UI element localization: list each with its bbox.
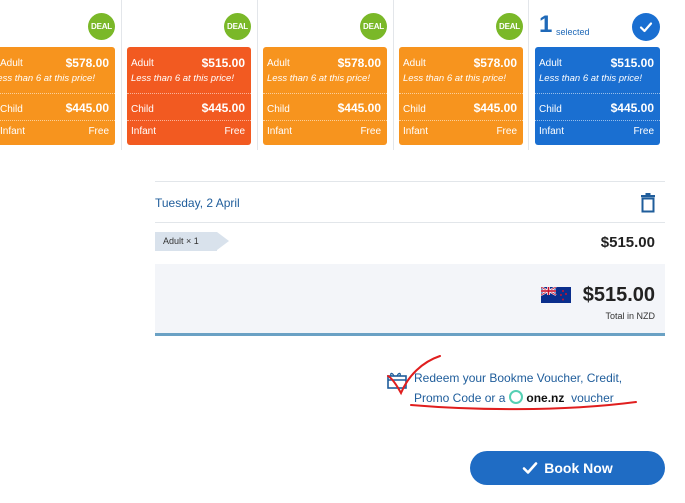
card-divider	[399, 120, 523, 122]
voucher-link-line2[interactable]: Promo Code or a one.nz voucher	[414, 390, 614, 405]
adult-price: $515.00	[610, 56, 654, 70]
one-nz-brand[interactable]: one.nz	[526, 391, 564, 405]
deal-badge: DEAL	[224, 13, 251, 40]
fare-card-4[interactable]: Adult $578.00 Less than 6 at this price!…	[399, 47, 523, 145]
child-price: $445.00	[337, 101, 381, 115]
infant-price: Free	[88, 126, 109, 137]
child-price: $445.00	[201, 101, 245, 115]
trash-icon[interactable]	[640, 193, 656, 218]
column-divider	[257, 0, 258, 150]
infant-label: Infant	[267, 126, 293, 137]
child-label: Child	[131, 104, 154, 115]
deal-badge: DEAL	[360, 13, 387, 40]
card-divider	[263, 120, 387, 122]
adult-price: $578.00	[337, 56, 381, 70]
fare-card-2[interactable]: Adult $515.00 Less than 6 at this price!…	[127, 47, 251, 145]
card-divider	[535, 120, 660, 122]
card-divider	[263, 93, 387, 95]
adult-price: $515.00	[201, 56, 245, 70]
deal-badge: DEAL	[88, 13, 115, 40]
card-divider	[0, 120, 115, 122]
infant-price: Free	[360, 126, 381, 137]
adult-label: Adult	[539, 58, 562, 69]
child-label: Child	[403, 104, 426, 115]
column-divider	[528, 0, 529, 150]
column-divider	[121, 0, 122, 150]
fare-card-1[interactable]: Adult $578.00 Less than 6 at this price!…	[0, 47, 115, 145]
fare-card-3[interactable]: Adult $578.00 Less than 6 at this price!…	[263, 47, 387, 145]
infant-price: Free	[224, 126, 245, 137]
card-divider	[0, 93, 115, 95]
deal-badge: DEAL	[496, 13, 523, 40]
book-now-button[interactable]: Book Now	[470, 451, 665, 485]
column-divider	[393, 0, 394, 150]
one-nz-logo-icon	[509, 390, 524, 404]
check-icon	[522, 462, 538, 474]
adult-label: Adult	[0, 58, 23, 69]
line-item-price: $515.00	[600, 234, 655, 251]
child-price: $445.00	[473, 101, 517, 115]
availability-note: Less than 6 at this price!	[403, 73, 506, 84]
selected-count: 1	[539, 11, 553, 38]
trip-date: Tuesday, 2 April	[155, 196, 240, 210]
adult-label: Adult	[267, 58, 290, 69]
availability-note: Less than 6 at this price!	[267, 73, 370, 84]
card-divider	[127, 120, 251, 122]
selected-label: selected	[556, 27, 590, 37]
total-price: $515.00	[582, 284, 655, 306]
infant-price: Free	[496, 126, 517, 137]
total-currency-label: Total in NZD	[605, 311, 655, 321]
card-divider	[535, 93, 660, 95]
infant-label: Infant	[539, 126, 565, 137]
infant-label: Infant	[403, 126, 429, 137]
infant-label: Infant	[0, 126, 26, 137]
nz-flag-icon	[540, 286, 571, 308]
voucher-link-suffix[interactable]: voucher	[571, 391, 614, 405]
adult-price: $578.00	[473, 56, 517, 70]
child-price: $445.00	[610, 101, 654, 115]
adult-label: Adult	[403, 58, 426, 69]
summary-top-divider	[155, 181, 665, 182]
voucher-link-line1[interactable]: Redeem your Bookme Voucher, Credit,	[414, 371, 622, 385]
card-divider	[127, 93, 251, 95]
voucher-link-prefix[interactable]: Promo Code or a	[414, 391, 505, 405]
child-label: Child	[267, 104, 290, 115]
selected-check-icon	[632, 13, 660, 41]
card-divider	[399, 93, 523, 95]
fare-card-5-selected[interactable]: Adult $515.00 Less than 6 at this price!…	[535, 47, 660, 145]
adult-price: $578.00	[65, 56, 109, 70]
adult-label: Adult	[131, 58, 154, 69]
child-label: Child	[539, 104, 562, 115]
availability-note: Less than 6 at this price!	[539, 73, 642, 84]
availability-note: Less than 6 at this price!	[131, 73, 234, 84]
child-price: $445.00	[65, 101, 109, 115]
book-now-label: Book Now	[544, 460, 613, 476]
availability-note: Less than 6 at this price!	[0, 73, 95, 84]
gift-card-icon[interactable]	[387, 372, 407, 394]
total-panel-bar	[155, 333, 665, 336]
summary-mid-divider	[155, 222, 665, 223]
child-label: Child	[0, 104, 23, 115]
infant-price: Free	[633, 126, 654, 137]
infant-label: Infant	[131, 126, 157, 137]
passenger-tag: Adult × 1	[155, 232, 229, 251]
